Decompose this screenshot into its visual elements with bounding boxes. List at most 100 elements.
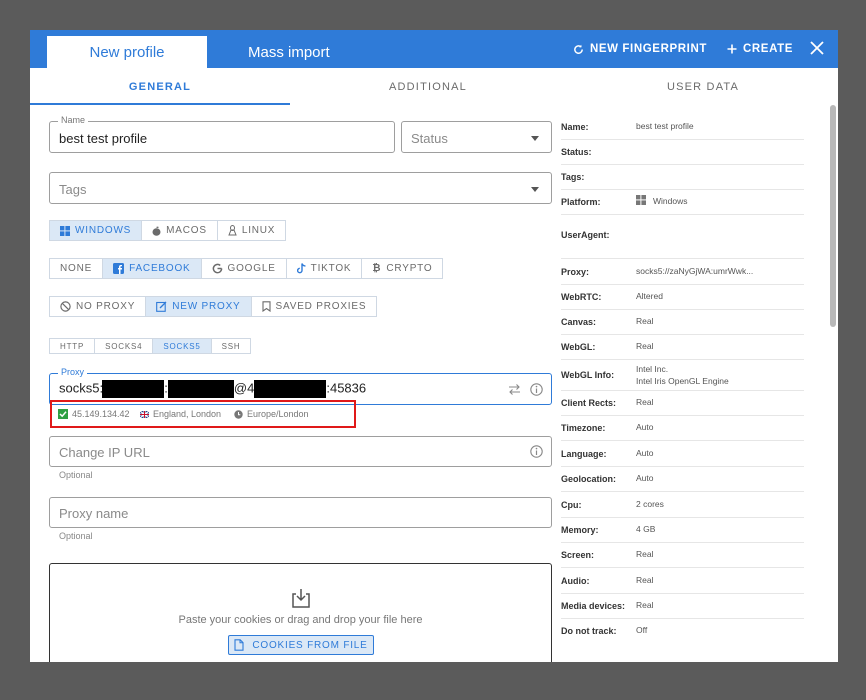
- profile-summary: Name: best test profile Status: Tags: Pl…: [561, 115, 804, 644]
- refresh-icon: [574, 44, 583, 54]
- no-proxy-label: NO PROXY: [76, 301, 136, 312]
- tab-user-data[interactable]: USER DATA: [590, 68, 816, 106]
- summary-key: Status:: [561, 147, 592, 157]
- summary-row: Language: Auto: [561, 441, 804, 467]
- tags-select[interactable]: Tags: [49, 172, 552, 204]
- proxy-check-result: 45.149.134.42 England, London Europe/Lon…: [50, 400, 356, 428]
- template-facebook-button[interactable]: FACEBOOK: [102, 258, 202, 279]
- name-label: Name: [58, 115, 89, 125]
- summary-row: Geolocation: Auto: [561, 467, 804, 492]
- summary-row: Client Rects: Real: [561, 391, 804, 416]
- summary-key: Cpu:: [561, 500, 582, 510]
- template-crypto-button[interactable]: ₿ CRYPTO: [361, 258, 444, 279]
- tab-mass-import[interactable]: Mass import: [248, 36, 358, 68]
- new-proxy-button[interactable]: NEW PROXY: [145, 296, 252, 317]
- os-windows-button[interactable]: WINDOWS: [49, 220, 143, 241]
- os-macos-button[interactable]: MACOS: [141, 220, 218, 241]
- summary-value: Real: [636, 397, 654, 407]
- proxy-type-ssh[interactable]: SSH: [210, 338, 252, 354]
- proxy-type-http[interactable]: HTTP: [49, 338, 96, 354]
- proxy-name-input[interactable]: Proxy name: [49, 497, 552, 528]
- status-placeholder: Status: [411, 131, 448, 146]
- status-select[interactable]: Status: [401, 121, 552, 153]
- summary-row: WebGL: Real: [561, 335, 804, 360]
- no-proxy-button[interactable]: NO PROXY: [49, 296, 147, 317]
- proxy-type-selector: HTTP SOCKS4 SOCKS5 SSH: [49, 338, 252, 354]
- summary-value: Intel Inc.: [636, 364, 669, 374]
- summary-key: Media devices:: [561, 601, 626, 611]
- proxy-type-socks5[interactable]: SOCKS5: [152, 338, 212, 354]
- plus-icon: [727, 44, 737, 54]
- summary-row: UserAgent:: [561, 215, 804, 259]
- proxy-name-placeholder: Proxy name: [59, 506, 129, 521]
- template-none-button[interactable]: NONE: [49, 258, 104, 279]
- cookies-from-file-label: COOKIES FROM FILE: [252, 639, 368, 651]
- template-selector: NONE FACEBOOK GOOGLE TIKTOK ₿ CRYPTO: [49, 258, 444, 279]
- summary-row: Audio: Real: [561, 568, 804, 594]
- new-fingerprint-button[interactable]: NEW FINGERPRINT: [573, 30, 707, 68]
- summary-key: Tags:: [561, 172, 585, 182]
- os-selector: WINDOWS MACOS LINUX: [49, 220, 287, 241]
- swap-icon[interactable]: [508, 383, 521, 396]
- proxy-timezone: Europe/London: [234, 409, 309, 419]
- dialog-header: New profile Mass import NEW FINGERPRINT …: [30, 30, 838, 68]
- cookies-dropzone[interactable]: Paste your cookies or drag and drop your…: [49, 563, 552, 662]
- summary-row: Screen: Real: [561, 543, 804, 568]
- cookies-from-file-button[interactable]: COOKIES FROM FILE: [228, 635, 374, 655]
- name-field[interactable]: Name best test profile: [49, 115, 395, 153]
- summary-row: Timezone: Auto: [561, 416, 804, 441]
- windows-icon: [636, 195, 646, 205]
- template-tiktok-button[interactable]: TIKTOK: [285, 258, 363, 279]
- tags-placeholder: Tags: [59, 182, 87, 197]
- template-none-label: NONE: [60, 263, 93, 274]
- summary-value: socks5://zaNyGjWA:umrWwk...: [636, 266, 754, 276]
- name-value: best test profile: [59, 131, 148, 146]
- profile-section-tabs: GENERAL ADDITIONAL USER DATA: [30, 68, 838, 106]
- chevron-down-icon: [531, 187, 539, 192]
- summary-key: Client Rects:: [561, 398, 617, 408]
- info-icon[interactable]: [530, 383, 543, 396]
- summary-row: Proxy: socks5://zaNyGjWA:umrWwk...: [561, 259, 804, 285]
- template-google-button[interactable]: GOOGLE: [200, 258, 287, 279]
- new-profile-dialog: New profile Mass import NEW FINGERPRINT …: [30, 30, 838, 662]
- summary-scrollbar[interactable]: [830, 105, 836, 327]
- summary-value: Real: [636, 600, 654, 610]
- os-macos-label: MACOS: [166, 225, 207, 236]
- proxy-location-value: England, London: [153, 409, 222, 419]
- saved-proxies-button[interactable]: SAVED PROXIES: [250, 296, 378, 317]
- windows-icon: [60, 225, 70, 236]
- summary-value: Real: [636, 549, 654, 559]
- proxy-type-socks4[interactable]: SOCKS4: [94, 338, 154, 354]
- tab-additional[interactable]: ADDITIONAL: [330, 68, 526, 106]
- download-icon: [292, 589, 310, 608]
- tab-general[interactable]: GENERAL: [30, 68, 290, 106]
- tab-new-profile[interactable]: New profile: [47, 36, 207, 68]
- template-crypto-label: CRYPTO: [386, 263, 433, 274]
- summary-row: Status:: [561, 140, 804, 165]
- summary-value: Real: [636, 575, 654, 585]
- proxy-port: :45836: [326, 380, 367, 396]
- info-icon[interactable]: [530, 445, 543, 458]
- create-button[interactable]: CREATE: [727, 30, 793, 68]
- template-tiktok-label: TIKTOK: [310, 263, 352, 274]
- summary-value: Off: [636, 625, 648, 635]
- close-icon[interactable]: [808, 39, 826, 57]
- os-linux-label: LINUX: [241, 225, 276, 236]
- summary-row: Media devices: Real: [561, 594, 804, 619]
- summary-row: WebGL Info: Intel Inc. Intel Iris OpenGL…: [561, 360, 804, 391]
- template-facebook-label: FACEBOOK: [129, 263, 191, 274]
- proxy-at: @4: [233, 380, 255, 396]
- google-icon: [212, 263, 222, 274]
- change-ip-url-input[interactable]: Change IP URL: [49, 436, 552, 467]
- os-linux-button[interactable]: LINUX: [216, 220, 287, 241]
- summary-row: Tags:: [561, 165, 804, 190]
- summary-value: best test profile: [636, 121, 694, 131]
- summary-key: WebGL:: [561, 342, 596, 352]
- chevron-down-icon: [531, 136, 539, 141]
- redacted-username: [102, 380, 165, 398]
- summary-key: Audio:: [561, 576, 590, 586]
- linux-icon: [228, 225, 237, 236]
- clock-icon: [234, 409, 243, 419]
- proxy-timezone-value: Europe/London: [247, 409, 309, 419]
- cookies-hint: Paste your cookies or drag and drop your…: [178, 614, 423, 626]
